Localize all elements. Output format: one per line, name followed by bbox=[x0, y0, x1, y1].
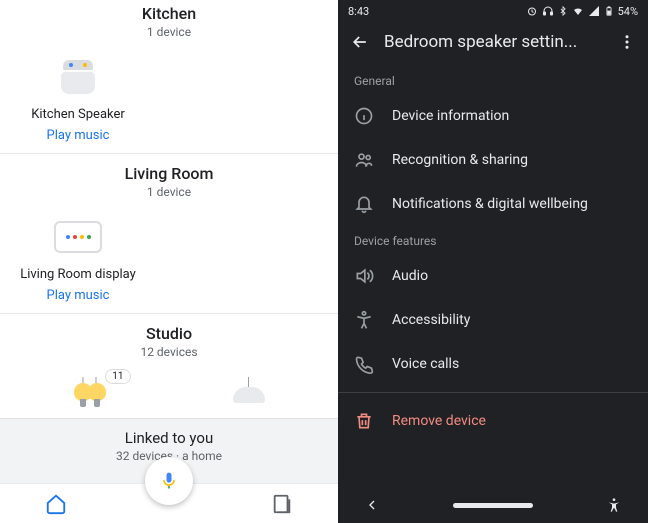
audio-icon bbox=[354, 266, 374, 286]
device-living-room-display[interactable]: Living Room display Play music bbox=[8, 213, 148, 303]
item-label: Device information bbox=[392, 108, 509, 124]
play-music-link[interactable]: Play music bbox=[47, 288, 110, 303]
app-bar: Bedroom speaker settin... bbox=[338, 22, 648, 66]
display-icon bbox=[51, 213, 105, 261]
home-app-screen: Kitchen 1 device Kitchen Speaker Play mu… bbox=[0, 0, 338, 523]
nav-accessibility-icon[interactable] bbox=[606, 497, 622, 513]
device-settings-screen: 8:43 54% Bedroom speaker settin... Gener… bbox=[338, 0, 648, 523]
phone-icon bbox=[354, 354, 374, 374]
item-label: Recognition & sharing bbox=[392, 152, 528, 168]
appbar-title: Bedroom speaker settin... bbox=[384, 32, 604, 52]
bluetooth-icon bbox=[558, 5, 568, 17]
divider bbox=[0, 313, 338, 314]
device-label: Kitchen Speaker bbox=[31, 107, 125, 122]
status-icons-group: 54% bbox=[526, 5, 638, 18]
item-accessibility[interactable]: Accessibility bbox=[338, 298, 648, 342]
item-notifications-wellbeing[interactable]: Notifications & digital wellbeing bbox=[338, 182, 648, 226]
speaker-icon bbox=[51, 53, 105, 101]
headphones-icon bbox=[542, 5, 554, 17]
item-label: Voice calls bbox=[392, 356, 459, 372]
divider bbox=[0, 153, 338, 154]
item-label: Notifications & digital wellbeing bbox=[392, 196, 588, 212]
item-label: Audio bbox=[392, 268, 428, 284]
item-device-information[interactable]: Device information bbox=[338, 94, 648, 138]
room-header-studio: Studio 12 devices bbox=[0, 320, 338, 369]
alarm-icon bbox=[526, 5, 538, 17]
item-audio[interactable]: Audio bbox=[338, 254, 648, 298]
room-title: Kitchen bbox=[0, 4, 338, 23]
battery-icon bbox=[604, 5, 614, 17]
kitchen-devices: Kitchen Speaker Play music bbox=[0, 49, 338, 147]
device-label: Living Room display bbox=[20, 267, 136, 282]
status-bar: 8:43 54% bbox=[338, 0, 648, 22]
nav-home-tab[interactable] bbox=[45, 493, 67, 515]
play-music-link[interactable]: Play music bbox=[47, 128, 110, 143]
device-kitchen-speaker[interactable]: Kitchen Speaker Play music bbox=[8, 53, 148, 143]
bell-icon bbox=[354, 194, 374, 214]
room-device-count: 1 device bbox=[0, 25, 338, 39]
item-voice-calls[interactable]: Voice calls bbox=[338, 342, 648, 386]
lights-icon: 11 bbox=[63, 373, 117, 421]
room-title: Living Room bbox=[0, 164, 338, 183]
item-recognition-sharing[interactable]: Recognition & sharing bbox=[338, 138, 648, 182]
device-count-badge: 11 bbox=[105, 369, 130, 384]
item-label: Accessibility bbox=[392, 312, 470, 328]
room-device-count: 1 device bbox=[0, 185, 338, 199]
feed-icon bbox=[271, 493, 293, 515]
nav-feed-tab[interactable] bbox=[271, 493, 293, 515]
room-header-living-room: Living Room 1 device bbox=[0, 160, 338, 209]
status-time: 8:43 bbox=[348, 5, 369, 18]
assistant-mic-button[interactable] bbox=[145, 457, 193, 505]
battery-percent: 54% bbox=[618, 5, 638, 18]
living-room-devices: Living Room display Play music bbox=[0, 209, 338, 307]
overflow-menu-icon[interactable] bbox=[618, 33, 636, 51]
nav-back-icon[interactable] bbox=[364, 497, 380, 513]
home-icon bbox=[45, 493, 67, 515]
wifi-icon bbox=[572, 5, 584, 17]
signal-icon bbox=[588, 5, 600, 17]
info-icon bbox=[354, 106, 374, 126]
back-icon[interactable] bbox=[350, 32, 370, 52]
android-nav-bar bbox=[338, 487, 648, 523]
trash-icon bbox=[354, 411, 374, 431]
microphone-icon bbox=[159, 471, 179, 491]
people-icon bbox=[354, 150, 374, 170]
room-header-kitchen: Kitchen 1 device bbox=[0, 0, 338, 49]
divider bbox=[338, 392, 648, 393]
item-remove-device[interactable]: Remove device bbox=[338, 399, 648, 443]
room-title: Studio bbox=[0, 324, 338, 343]
pendant-speaker-icon bbox=[222, 373, 276, 421]
linked-title: Linked to you bbox=[0, 429, 338, 447]
section-general: General bbox=[338, 66, 648, 94]
room-device-count: 12 devices bbox=[0, 345, 338, 359]
item-label: Remove device bbox=[392, 413, 486, 429]
nav-home-pill[interactable] bbox=[453, 503, 533, 508]
section-device-features: Device features bbox=[338, 226, 648, 254]
accessibility-icon bbox=[354, 310, 374, 330]
